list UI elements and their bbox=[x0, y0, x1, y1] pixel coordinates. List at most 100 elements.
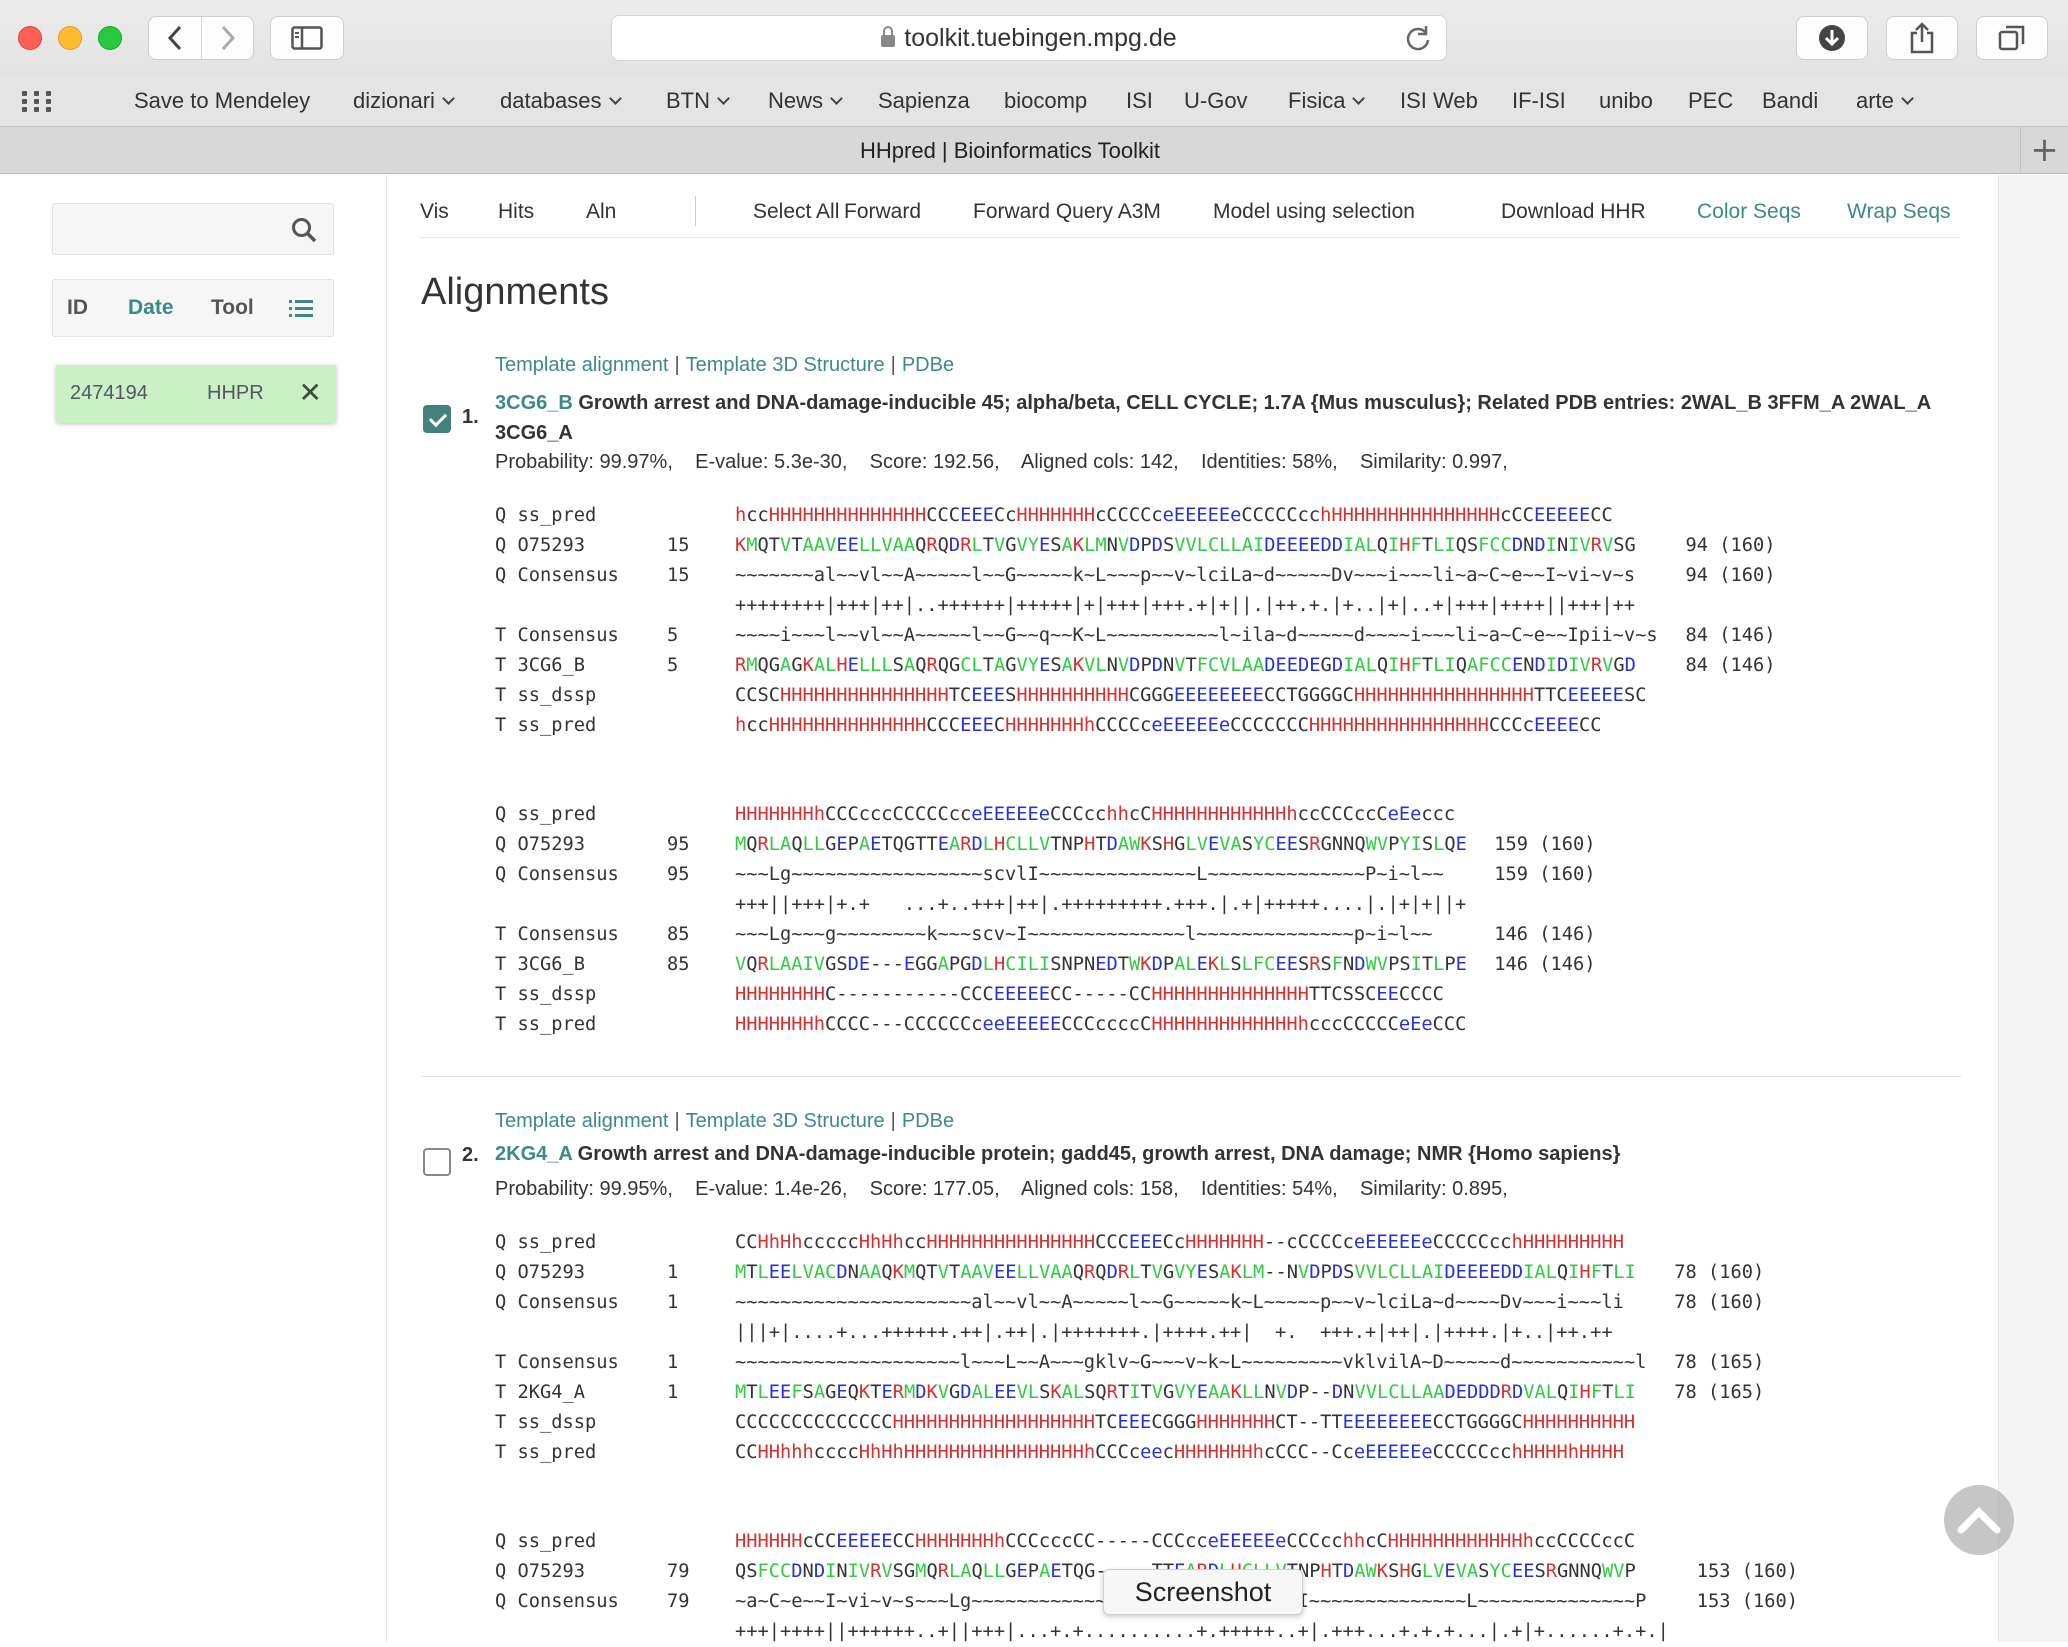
template-alignment-link[interactable]: Template alignment bbox=[495, 1110, 668, 1132]
hit-stats: Probability: 99.97%, E-value: 5.3e-30, S… bbox=[495, 451, 1508, 473]
job-list-item[interactable]: 2474194 HHPR ✕ bbox=[56, 365, 336, 423]
template-3d-structure-link[interactable]: Template 3D Structure bbox=[686, 1110, 885, 1132]
row-label: T ss_dssp bbox=[495, 1412, 597, 1433]
apps-grid-icon[interactable] bbox=[22, 91, 52, 113]
sort-by-tool[interactable]: Tool bbox=[211, 296, 254, 320]
bookmark-u-gov[interactable]: U-Gov bbox=[1184, 88, 1248, 114]
search-icon[interactable] bbox=[291, 217, 317, 243]
hit-description: Growth arrest and DNA-damage-inducible p… bbox=[577, 1143, 1621, 1165]
row-label: T 3CG6_B bbox=[495, 655, 586, 676]
close-window-button[interactable] bbox=[18, 26, 42, 50]
minimize-window-button[interactable] bbox=[58, 26, 82, 50]
bookmark-isi-web[interactable]: ISI Web bbox=[1400, 88, 1478, 114]
row-end: 78 (165) bbox=[1674, 1382, 1765, 1403]
row-start: 5 bbox=[667, 655, 679, 676]
bookmark-biocomp[interactable]: biocomp bbox=[1004, 88, 1087, 114]
select-all-button[interactable]: Select All bbox=[753, 200, 839, 224]
row-start: 15 bbox=[667, 565, 690, 586]
row-label: Q ss_pred bbox=[495, 804, 597, 825]
delete-job-icon[interactable]: ✕ bbox=[299, 379, 322, 407]
color-seqs-button[interactable]: Color Seqs bbox=[1697, 200, 1801, 224]
row-sequence: hccHHHHHHHHHHHHHHCCCEEECcHHHHHHHcCCCCceE… bbox=[735, 505, 1613, 526]
row-start: 15 bbox=[667, 535, 690, 556]
screenshot-tooltip: Screenshot bbox=[1103, 1569, 1303, 1615]
row-end: 159 (160) bbox=[1494, 864, 1596, 885]
sort-by-id[interactable]: ID bbox=[67, 296, 88, 320]
bookmark-folder-fisica[interactable]: Fisica bbox=[1288, 88, 1366, 114]
row-sequence: MTLEEFSAGEQKTERMDKVGDALEEVLSKALSQRTITVGV… bbox=[735, 1382, 1636, 1403]
bookmark-folder-arte[interactable]: arte bbox=[1856, 88, 1914, 114]
job-sidebar: ID Date Tool 2474194 HHPR ✕ bbox=[0, 175, 386, 1642]
row-sequence: MTLEELVACDNAAQKMQTVTAAVEELLVAAQRQDRLTVGV… bbox=[735, 1262, 1636, 1283]
chevron-down-icon bbox=[1352, 92, 1366, 105]
tab-hits[interactable]: Hits bbox=[498, 200, 534, 224]
job-tool: HHPR bbox=[207, 382, 264, 404]
pdbe-link[interactable]: PDBe bbox=[902, 354, 954, 376]
row-sequence: CCCCCCCCCCCCCCHHHHHHHHHHHHHHHHHHTCEEECGG… bbox=[735, 1412, 1636, 1433]
model-using-selection-button[interactable]: Model using selection bbox=[1213, 200, 1415, 224]
hit-id-link[interactable]: 3CG6_B bbox=[495, 392, 573, 414]
bookmark-bandi[interactable]: Bandi bbox=[1762, 88, 1818, 114]
template-alignment-link[interactable]: Template alignment bbox=[495, 354, 668, 376]
bookmark-if-isi[interactable]: IF-ISI bbox=[1512, 88, 1566, 114]
bookmark-pec[interactable]: PEC bbox=[1688, 88, 1733, 114]
sidebar-toggle-button[interactable] bbox=[271, 17, 343, 59]
back-button[interactable] bbox=[149, 17, 201, 59]
tab-overview-button[interactable] bbox=[1976, 16, 2048, 60]
forward-button[interactable]: Forward bbox=[844, 200, 921, 224]
bookmark-save-to-mendeley[interactable]: Save to Mendeley bbox=[134, 88, 310, 114]
chevron-right-icon bbox=[221, 25, 235, 51]
row-end: 84 (146) bbox=[1685, 625, 1776, 646]
hit-title: 3CG6_B Growth arrest and DNA-damage-indu… bbox=[495, 388, 1955, 448]
tab-vis[interactable]: Vis bbox=[420, 200, 449, 224]
bookmark-isi[interactable]: ISI bbox=[1126, 88, 1153, 114]
active-tab-title[interactable]: HHpred | Bioinformatics Toolkit bbox=[0, 138, 2020, 164]
pdbe-link[interactable]: PDBe bbox=[902, 1110, 954, 1132]
template-3d-structure-link[interactable]: Template 3D Structure bbox=[686, 354, 885, 376]
bookmark-folder-dizionari[interactable]: dizionari bbox=[353, 88, 455, 114]
new-tab-button[interactable]: + bbox=[2020, 127, 2068, 173]
results-panel: Vis Hits Aln Select All Forward Forward … bbox=[386, 175, 1999, 1642]
row-start: 79 bbox=[667, 1591, 690, 1612]
bookmark-unibo[interactable]: unibo bbox=[1599, 88, 1653, 114]
bookmark-sapienza[interactable]: Sapienza bbox=[878, 88, 970, 114]
job-id: 2474194 bbox=[70, 382, 148, 404]
row-start: 1 bbox=[667, 1262, 679, 1283]
downloads-button[interactable] bbox=[1796, 16, 1868, 60]
sort-by-date[interactable]: Date bbox=[128, 296, 174, 320]
row-start: 5 bbox=[667, 625, 679, 646]
toolbar-divider bbox=[695, 196, 696, 226]
bookmark-folder-databases[interactable]: databases bbox=[500, 88, 622, 114]
forward-button[interactable] bbox=[201, 17, 253, 59]
row-sequence: hccHHHHHHHHHHHHHHCCCEEECHHHHHHHhCCCCceEE… bbox=[735, 715, 1602, 736]
row-label: Q O75293 bbox=[495, 1262, 586, 1283]
address-bar[interactable]: toolkit.tuebingen.mpg.de bbox=[611, 15, 1447, 61]
bookmark-folder-btn[interactable]: BTN bbox=[666, 88, 730, 114]
hit-id-link[interactable]: 2KG4_A bbox=[495, 1143, 572, 1165]
row-sequence: MQRLAQLLGEPAETQGTTEARDLHCLLVTNPHTDAWKSHG… bbox=[735, 834, 1467, 855]
row-start: 85 bbox=[667, 954, 690, 975]
wrap-seqs-button[interactable]: Wrap Seqs bbox=[1847, 200, 1951, 224]
hit-1-checkbox[interactable] bbox=[423, 405, 451, 433]
page: ID Date Tool 2474194 HHPR ✕ Vis Hits Aln… bbox=[0, 175, 2068, 1642]
hit-2-checkbox[interactable] bbox=[423, 1148, 451, 1176]
zoom-window-button[interactable] bbox=[98, 26, 122, 50]
hit-number: 1. bbox=[462, 406, 479, 428]
row-sequence: ~~~~~~~~~~~~~~~~~~~~l~~~L~~A~~~gklv~G~~~… bbox=[735, 1352, 1647, 1373]
job-search-input[interactable] bbox=[52, 203, 334, 255]
download-hhr-button[interactable]: Download HHR bbox=[1501, 200, 1646, 224]
tab-aln[interactable]: Aln bbox=[586, 200, 616, 224]
list-icon[interactable] bbox=[289, 299, 313, 319]
row-label: T ss_pred bbox=[495, 1014, 597, 1035]
bookmark-folder-news[interactable]: News bbox=[768, 88, 843, 114]
reload-icon[interactable] bbox=[1404, 24, 1432, 52]
row-label: T ss_dssp bbox=[495, 685, 597, 706]
scroll-to-top-button[interactable] bbox=[1944, 1485, 2014, 1555]
row-sequence: ++++++++|+++|++|..++++++|+++++|+|+++|+++… bbox=[735, 595, 1636, 616]
row-label: T 2KG4_A bbox=[495, 1382, 586, 1403]
row-label: T ss_dssp bbox=[495, 984, 597, 1005]
row-sequence: ~~~~~~~~~~~~~~~~~~~~~al~~vl~~A~~~~~l~~G~… bbox=[735, 1292, 1624, 1313]
address-text: toolkit.tuebingen.mpg.de bbox=[904, 23, 1177, 52]
share-button[interactable] bbox=[1886, 16, 1958, 60]
forward-query-a3m-button[interactable]: Forward Query A3M bbox=[973, 200, 1161, 224]
